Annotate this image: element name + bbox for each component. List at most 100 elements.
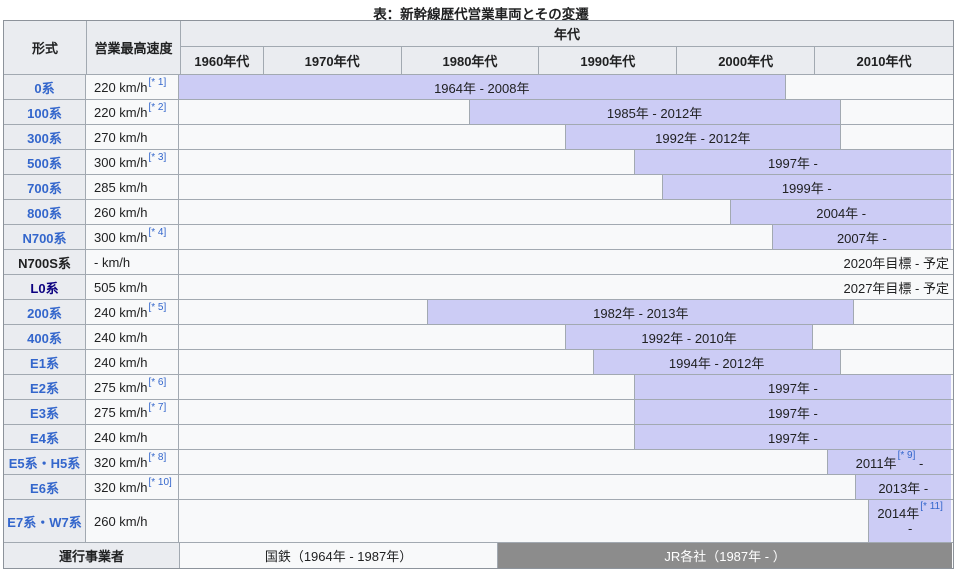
table-row: 800系 260 km/h 2004年 -	[4, 200, 953, 225]
table-row: E7系・W7系 260 km/h 2014年[* 11] -	[4, 500, 953, 543]
service-period-label-line2: -	[907, 521, 913, 536]
table-row: E2系 275 km/h [* 6] 1997年 -	[4, 375, 953, 400]
speed-value: 240 km/h	[94, 354, 148, 370]
decade-header: 1990年代	[539, 47, 678, 74]
table-header: 形式 営業最高速度 年代 1960年代 1970年代 1980年代 1990年代 200…	[4, 21, 953, 75]
model-cell[interactable]: E3系	[4, 400, 86, 424]
timeline-cell: 2020年目標 - 予定	[179, 250, 951, 274]
speed-cell: 505 km/h	[86, 275, 179, 299]
operator-segment: 国鉄（1964年 - 1987年）	[180, 543, 498, 568]
service-period-bar: 1992年 - 2012年	[565, 125, 841, 149]
table-row: 400系 240 km/h 1992年 - 2010年	[4, 325, 953, 350]
model-link[interactable]: E6系	[30, 478, 59, 497]
col-header-model: 形式	[4, 21, 87, 74]
timeline-cell: 1997年 -	[179, 425, 951, 449]
decade-headers: 1960年代 1970年代 1980年代 1990年代 2000年代 2010年代	[181, 47, 953, 74]
table-row: 700系 285 km/h 1999年 -	[4, 175, 953, 200]
model-link[interactable]: E2系	[30, 378, 59, 397]
service-period-bar: 1999年 -	[661, 175, 951, 199]
speed-value: 320 km/h	[94, 479, 148, 495]
speed-cell: 300 km/h [* 4]	[86, 225, 179, 249]
speed-cell: 220 km/h [* 2]	[86, 100, 179, 124]
model-cell[interactable]: E6系	[4, 475, 86, 499]
speed-value: 320 km/h	[94, 454, 148, 470]
speed-value: 275 km/h	[94, 404, 148, 420]
timeline-cell: 2007年 -	[179, 225, 951, 249]
model-link[interactable]: 800系	[27, 203, 62, 222]
timeline-cell: 2004年 -	[179, 200, 951, 224]
service-period-bar: 2013年 -	[854, 475, 951, 499]
timeline-cell: 1992年 - 2012年	[179, 125, 951, 149]
model-cell[interactable]: E4系	[4, 425, 86, 449]
footnote-ref[interactable]: [* 11]	[920, 501, 943, 512]
table-row: 300系 270 km/h 1992年 - 2012年	[4, 125, 953, 150]
decade-header: 1970年代	[263, 47, 402, 74]
model-link[interactable]: E4系	[30, 428, 59, 447]
timeline-cell: 1994年 - 2012年	[179, 350, 951, 374]
model-cell[interactable]: E1系	[4, 350, 86, 374]
table-row: 0系 220 km/h [* 1] 1964年 - 2008年	[4, 75, 953, 100]
decade-header: 1960年代	[181, 47, 264, 74]
model-cell[interactable]: 100系	[4, 100, 86, 124]
model-label: N700S系	[18, 255, 71, 271]
model-link[interactable]: L0系	[30, 278, 58, 297]
table-row: N700系 300 km/h [* 4] 2007年 -	[4, 225, 953, 250]
model-cell[interactable]: 400系	[4, 325, 86, 349]
model-link[interactable]: E5系・H5系	[9, 453, 81, 472]
col-header-era: 年代	[181, 21, 953, 47]
service-period-label: 1997年 -	[768, 430, 818, 446]
timeline-cell: 1985年 - 2012年	[179, 100, 951, 124]
model-link[interactable]: 500系	[27, 153, 62, 172]
service-period-label: 2004年 -	[816, 205, 867, 221]
speed-cell: 320 km/h [* 8]	[86, 450, 179, 474]
service-period-bar: 2011年[* 9] -	[826, 450, 951, 474]
timeline-cell: 1964年 - 2008年	[179, 75, 951, 99]
footnote-ref[interactable]: [* 9]	[898, 450, 916, 461]
model-cell[interactable]: E7系・W7系	[4, 500, 86, 542]
timeline-cell: 2027年目標 - 予定	[179, 275, 951, 299]
model-link[interactable]: 0系	[34, 78, 54, 97]
model-cell[interactable]: 200系	[4, 300, 86, 324]
model-link[interactable]: E7系・W7系	[7, 512, 81, 531]
model-link[interactable]: E3系	[30, 403, 59, 422]
speed-cell: 220 km/h [* 1]	[86, 75, 179, 99]
model-link[interactable]: 100系	[27, 103, 62, 122]
service-period-label: 1985年 - 2012年	[606, 105, 703, 121]
speed-value: 300 km/h	[94, 229, 148, 245]
service-period-label: 2014年[* 11]	[877, 500, 943, 521]
speed-value: 270 km/h	[94, 129, 148, 145]
decade-header: 2010年代	[815, 47, 953, 74]
model-cell[interactable]: 500系	[4, 150, 86, 174]
model-cell[interactable]: E5系・H5系	[4, 450, 86, 474]
speed-cell: 260 km/h	[86, 500, 179, 542]
model-cell[interactable]: N700系	[4, 225, 86, 249]
table-row: E3系 275 km/h [* 7] 1997年 -	[4, 400, 953, 425]
timeline-cell: 2014年[* 11] -	[179, 500, 951, 542]
timeline-cell: 2013年 -	[179, 475, 951, 499]
model-link[interactable]: 700系	[27, 178, 62, 197]
model-cell[interactable]: 0系	[4, 75, 86, 99]
speed-value: 505 km/h	[94, 279, 148, 295]
model-cell[interactable]: 700系	[4, 175, 86, 199]
model-link[interactable]: N700系	[22, 228, 66, 247]
model-cell[interactable]: 300系	[4, 125, 86, 149]
model-link[interactable]: 300系	[27, 128, 62, 147]
table-body: 0系 220 km/h [* 1] 1964年 - 2008年 100系 220 …	[4, 75, 953, 543]
speed-value: 260 km/h	[94, 513, 148, 529]
shinkansen-rolling-stock-table: 形式 営業最高速度 年代 1960年代 1970年代 1980年代 1990年代 200…	[3, 20, 954, 569]
model-link[interactable]: E1系	[30, 353, 59, 372]
model-cell[interactable]: L0系	[4, 275, 86, 299]
timeline-cell: 1997年 -	[179, 150, 951, 174]
model-link[interactable]: 200系	[27, 303, 62, 322]
service-period-bar: 1997年 -	[633, 400, 951, 424]
timeline-cell: 1982年 - 2013年	[179, 300, 951, 324]
model-cell[interactable]: E2系	[4, 375, 86, 399]
planned-period-label: 2027年目標 - 予定	[843, 280, 949, 296]
service-period-label: 2007年 -	[836, 230, 887, 246]
model-cell: N700S系	[4, 250, 86, 274]
speed-cell: 270 km/h	[86, 125, 179, 149]
model-link[interactable]: 400系	[27, 328, 62, 347]
service-period-label: 1999年 -	[781, 180, 832, 196]
speed-cell: 275 km/h [* 7]	[86, 400, 179, 424]
model-cell[interactable]: 800系	[4, 200, 86, 224]
